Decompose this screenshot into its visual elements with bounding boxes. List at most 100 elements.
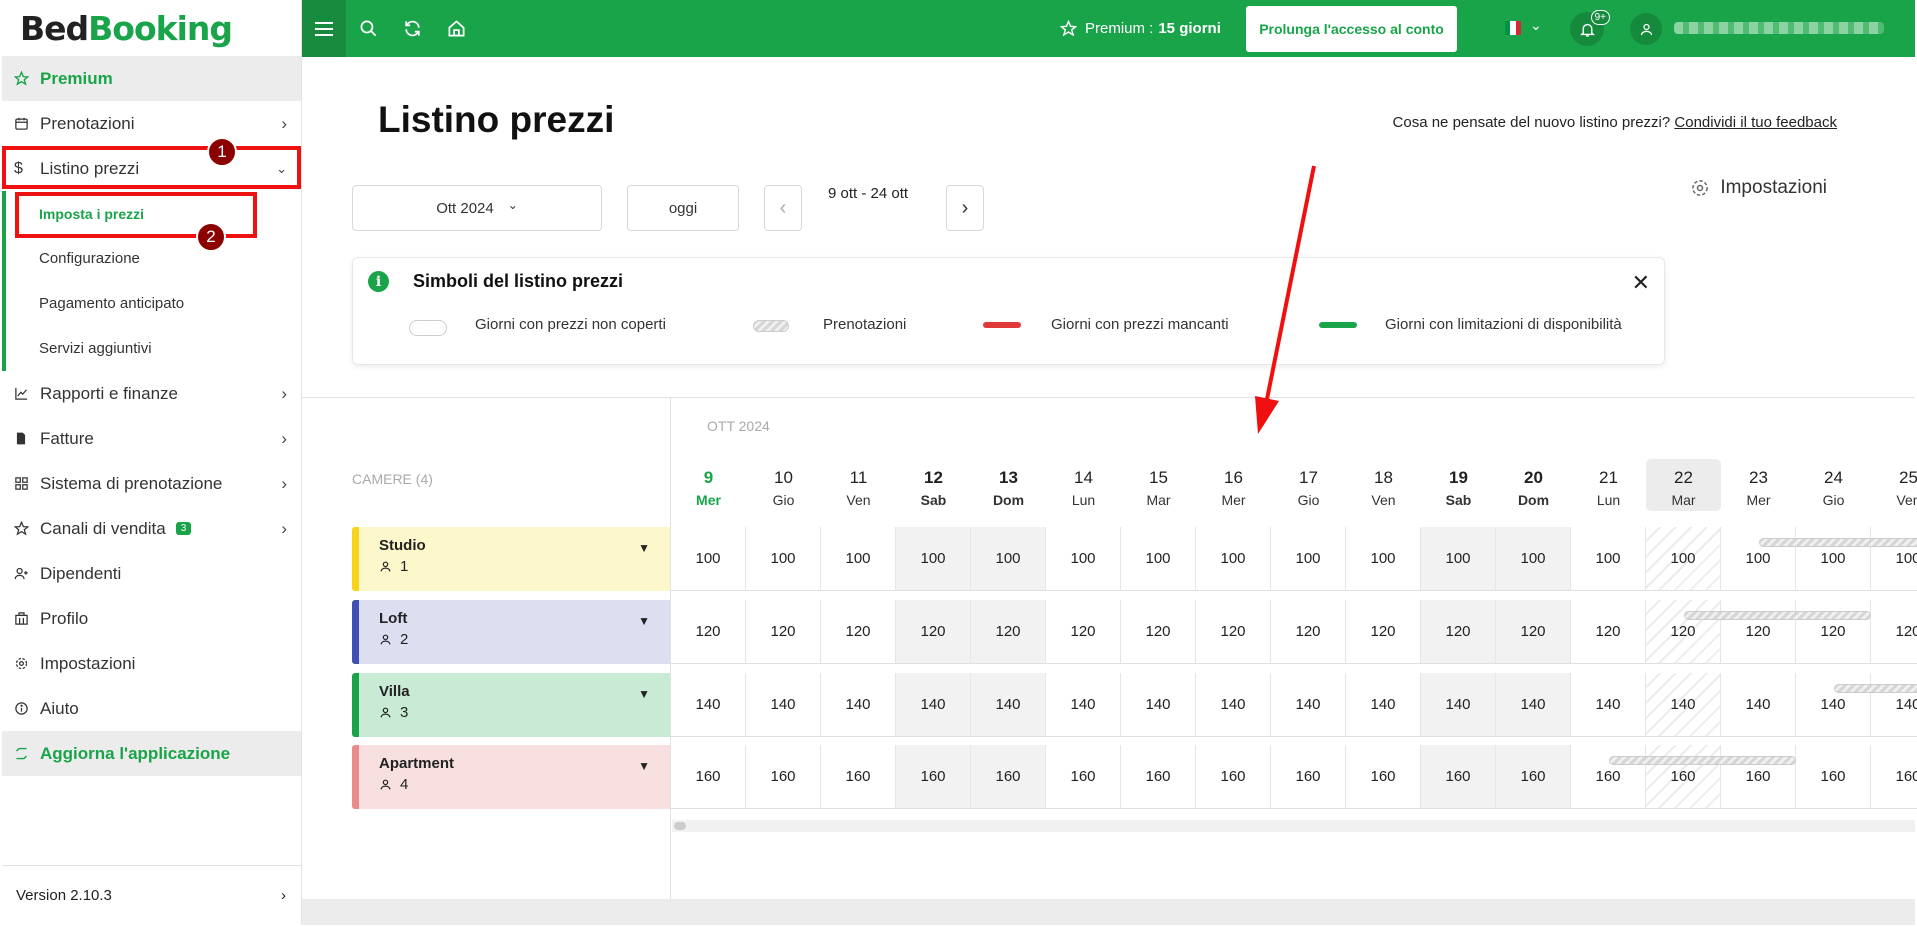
- booking-bar[interactable]: [1683, 611, 1871, 620]
- sidebar-item-listino-prezzi[interactable]: $ Listino prezzi ⌄: [2, 146, 301, 191]
- price-cell[interactable]: 160: [1421, 745, 1496, 809]
- prev-period-button[interactable]: ‹: [764, 185, 802, 231]
- price-cell[interactable]: 100: [896, 527, 971, 591]
- day-header[interactable]: 20 Dom: [1496, 459, 1571, 511]
- scrollbar-thumb[interactable]: [674, 822, 686, 830]
- price-cell[interactable]: 120: [1721, 600, 1796, 664]
- day-header[interactable]: 24 Gio: [1796, 459, 1871, 511]
- day-header[interactable]: 14 Lun: [1046, 459, 1121, 511]
- price-cell[interactable]: 140: [1571, 673, 1646, 737]
- day-header[interactable]: 21 Lun: [1571, 459, 1646, 511]
- price-cell[interactable]: 140: [1721, 673, 1796, 737]
- submenu-configurazione[interactable]: Configurazione: [2, 236, 301, 281]
- day-header[interactable]: 15 Mar: [1121, 459, 1196, 511]
- booking-bar[interactable]: [1833, 684, 1917, 693]
- price-cell[interactable]: 140: [1646, 673, 1721, 737]
- day-header[interactable]: 22 Mar: [1646, 459, 1721, 511]
- sidebar-item-rapporti[interactable]: Rapporti e finanze ›: [2, 371, 301, 416]
- feedback-link[interactable]: Condividi il tuo feedback: [1674, 114, 1837, 131]
- submenu-imposta-prezzi[interactable]: Imposta i prezzi: [2, 191, 301, 236]
- price-cell[interactable]: 140: [1871, 673, 1917, 737]
- price-cell[interactable]: 120: [1271, 600, 1346, 664]
- price-cell[interactable]: 160: [1646, 745, 1721, 809]
- price-cell[interactable]: 100: [1496, 527, 1571, 591]
- price-cell[interactable]: 100: [746, 527, 821, 591]
- price-cell[interactable]: 100: [1046, 527, 1121, 591]
- booking-bar[interactable]: [1758, 538, 1917, 547]
- price-cell[interactable]: 100: [1721, 527, 1796, 591]
- price-cell[interactable]: 100: [1121, 527, 1196, 591]
- close-icon[interactable]: ✕: [1632, 270, 1650, 296]
- price-cell[interactable]: 100: [1871, 527, 1917, 591]
- sync-icon[interactable]: [390, 0, 434, 57]
- price-cell[interactable]: 160: [1346, 745, 1421, 809]
- price-cell[interactable]: 120: [896, 600, 971, 664]
- price-cell[interactable]: 160: [1121, 745, 1196, 809]
- price-cell[interactable]: 160: [896, 745, 971, 809]
- submenu-servizi-aggiuntivi[interactable]: Servizi aggiuntivi: [2, 326, 301, 371]
- price-cell[interactable]: 140: [1196, 673, 1271, 737]
- day-header[interactable]: 17 Gio: [1271, 459, 1346, 511]
- price-cell[interactable]: 100: [1346, 527, 1421, 591]
- price-cell[interactable]: 160: [1796, 745, 1871, 809]
- chevron-down-icon[interactable]: ⌄: [1530, 17, 1542, 34]
- day-header[interactable]: 25 Ven: [1871, 459, 1917, 511]
- user-name-redacted[interactable]: [1674, 22, 1884, 34]
- sidebar-item-fatture[interactable]: Fatture ›: [2, 416, 301, 461]
- sidebar-item-aggiorna[interactable]: Aggiorna l'applicazione: [2, 731, 301, 776]
- sidebar-item-profilo[interactable]: Profilo: [2, 596, 301, 641]
- app-logo[interactable]: Bed Booking: [2, 0, 301, 56]
- caret-down-icon[interactable]: ▼: [638, 759, 650, 773]
- sidebar-item-sistema-prenotazione[interactable]: Sistema di prenotazione ›: [2, 461, 301, 506]
- notifications-button[interactable]: 9+: [1570, 10, 1610, 46]
- price-cell[interactable]: 160: [1196, 745, 1271, 809]
- avatar[interactable]: [1630, 13, 1662, 45]
- submenu-pagamento-anticipato[interactable]: Pagamento anticipato: [2, 281, 301, 326]
- price-cell[interactable]: 100: [1421, 527, 1496, 591]
- room-row-header[interactable]: Apartment 4 ▼: [352, 745, 670, 809]
- room-row-header[interactable]: Villa 3 ▼: [352, 673, 670, 737]
- version-footer[interactable]: Version 2.10.3 ›: [2, 865, 302, 925]
- price-cell[interactable]: 100: [1196, 527, 1271, 591]
- caret-down-icon[interactable]: ▼: [638, 614, 650, 628]
- price-cell[interactable]: 100: [971, 527, 1046, 591]
- price-cell[interactable]: 120: [1646, 600, 1721, 664]
- price-cell[interactable]: 100: [1271, 527, 1346, 591]
- price-cell[interactable]: 140: [971, 673, 1046, 737]
- price-cell[interactable]: 160: [1046, 745, 1121, 809]
- price-cell[interactable]: 140: [1121, 673, 1196, 737]
- price-cell[interactable]: 120: [1571, 600, 1646, 664]
- price-cell[interactable]: 140: [1346, 673, 1421, 737]
- room-row-header[interactable]: Loft 2 ▼: [352, 600, 670, 664]
- price-cell[interactable]: 100: [1646, 527, 1721, 591]
- day-header[interactable]: 13 Dom: [971, 459, 1046, 511]
- day-header[interactable]: 23 Mer: [1721, 459, 1796, 511]
- price-cell[interactable]: 140: [1046, 673, 1121, 737]
- sidebar-item-dipendenti[interactable]: Dipendenti: [2, 551, 301, 596]
- booking-bar[interactable]: [1608, 756, 1796, 765]
- price-cell[interactable]: 140: [1796, 673, 1871, 737]
- price-cell[interactable]: 140: [1421, 673, 1496, 737]
- price-cell[interactable]: 160: [1496, 745, 1571, 809]
- caret-down-icon[interactable]: ▼: [638, 541, 650, 555]
- price-cell[interactable]: 100: [1796, 527, 1871, 591]
- price-cell[interactable]: 140: [746, 673, 821, 737]
- day-header[interactable]: 16 Mer: [1196, 459, 1271, 511]
- price-cell[interactable]: 140: [1271, 673, 1346, 737]
- sidebar-item-aiuto[interactable]: Aiuto: [2, 686, 301, 731]
- price-cell[interactable]: 120: [671, 600, 746, 664]
- sidebar-item-prenotazioni[interactable]: Prenotazioni ›: [2, 101, 301, 146]
- price-cell[interactable]: 160: [746, 745, 821, 809]
- next-period-button[interactable]: ›: [946, 185, 984, 231]
- price-cell[interactable]: 160: [671, 745, 746, 809]
- price-cell[interactable]: 160: [1871, 745, 1917, 809]
- price-cell[interactable]: 100: [671, 527, 746, 591]
- price-cell[interactable]: 120: [1046, 600, 1121, 664]
- price-cell[interactable]: 100: [1571, 527, 1646, 591]
- month-select[interactable]: Ott 2024 ⌄: [352, 185, 602, 231]
- day-header[interactable]: 10 Gio: [746, 459, 821, 511]
- price-cell[interactable]: 120: [1121, 600, 1196, 664]
- search-icon[interactable]: [346, 0, 390, 57]
- price-cell[interactable]: 160: [1571, 745, 1646, 809]
- price-cell[interactable]: 120: [1871, 600, 1917, 664]
